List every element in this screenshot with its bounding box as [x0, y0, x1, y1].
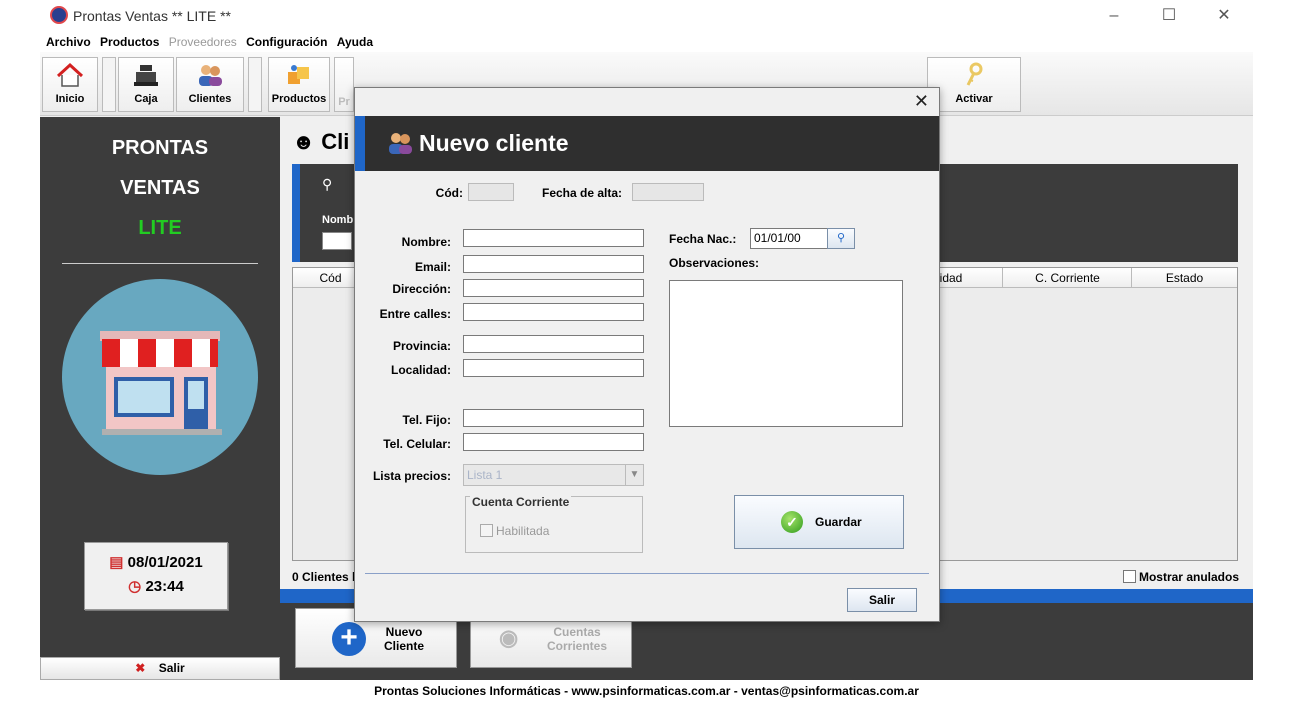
tel-celular-label: Tel. Celular: [383, 437, 451, 451]
checkbox-icon [1122, 570, 1136, 583]
column-header[interactable]: Estado [1132, 268, 1237, 288]
page-title: ☻ Cli [292, 129, 350, 154]
fecha-nac-field[interactable]: 01/01/00 [750, 228, 828, 249]
footer: Prontas Soluciones Informáticas - www.ps… [40, 680, 1253, 702]
plus-icon: + [332, 622, 366, 656]
localidad-field[interactable] [463, 359, 644, 377]
cod-field [468, 183, 514, 201]
habilitada-checkbox: Habilitada [480, 524, 549, 538]
divider [62, 263, 258, 264]
toolbar-inicio-button[interactable]: Inicio [42, 57, 98, 112]
dialog-close-icon[interactable]: ✕ [914, 91, 929, 112]
dialog-header: Nuevo cliente [355, 116, 939, 171]
products-icon [284, 62, 314, 90]
column-header[interactable]: C. Corriente [1004, 268, 1132, 288]
pin-icon: ⚲ [836, 232, 846, 244]
coins-icon: ◉ [499, 625, 519, 650]
salir-button[interactable]: ✖ Salir [40, 657, 280, 680]
brand-line-1: PRONTAS [111, 137, 209, 159]
clients-icon [195, 62, 225, 90]
client-count: 0 Clientes li [292, 570, 359, 584]
dialog-salir-button[interactable]: Salir [847, 588, 917, 612]
direccion-field[interactable] [463, 279, 644, 297]
localidad-label: Localidad: [390, 363, 451, 377]
mostrar-anulados-checkbox[interactable]: Mostrar anulados [1122, 570, 1239, 584]
nombre-filter-label: Nomb [322, 214, 354, 226]
brand-line-2: VENTAS [120, 177, 200, 199]
time-display: ◷ 23:44 [128, 578, 184, 595]
tel-fijo-label: Tel. Fijo: [402, 413, 451, 427]
brand-line-3: LITE [138, 217, 182, 239]
toolbar-separator [248, 57, 262, 112]
date-picker-button[interactable]: ⚲ [827, 228, 855, 249]
lista-precios-select: Lista 1 ▼ [463, 464, 644, 486]
fecha-alta-field [632, 183, 704, 201]
tel-celular-field[interactable] [463, 433, 644, 451]
maximize-icon[interactable]: ☐ [1149, 4, 1189, 28]
nombre-filter-input[interactable] [322, 232, 352, 250]
toolbar-partial-button: Pr [334, 57, 354, 112]
window-title: Prontas Ventas ** LITE ** [73, 8, 231, 24]
exit-icon: ✖ [135, 661, 146, 675]
clients-icon: ☻ [292, 129, 316, 154]
nombre-label: Nombre: [401, 235, 451, 249]
checkbox-icon [480, 524, 493, 537]
menu-productos[interactable]: Productos [100, 32, 159, 49]
search-icon: ⚲ [322, 176, 333, 192]
home-icon [55, 62, 85, 90]
store-logo [62, 279, 258, 475]
chevron-down-icon: ▼ [625, 465, 643, 485]
toolbar-clientes-button[interactable]: Clientes [176, 57, 244, 112]
direccion-label: Dirección: [392, 282, 451, 296]
toolbar-separator [102, 57, 116, 112]
cuenta-corriente-group: Cuenta Corriente Habilitada [465, 495, 643, 553]
observaciones-label: Observaciones: [669, 256, 760, 270]
close-icon[interactable]: ✕ [1204, 4, 1244, 28]
checkmark-icon: ✓ [781, 511, 803, 533]
dialog-title: Nuevo cliente [419, 130, 569, 156]
provincia-label: Provincia: [392, 339, 451, 353]
cod-label: Cód: [435, 186, 463, 200]
minimize-icon[interactable]: – [1094, 4, 1134, 28]
menu-archivo[interactable]: Archivo [46, 32, 91, 49]
provincia-field[interactable] [463, 335, 644, 353]
fecha-alta-label: Fecha de alta: [542, 186, 623, 200]
menu-bar: Archivo Productos Proveedores Configurac… [40, 32, 1253, 52]
divider [365, 573, 929, 574]
toolbar-caja-button[interactable]: Caja [118, 57, 174, 112]
toolbar-productos-button[interactable]: Productos [268, 57, 330, 112]
menu-proveedores: Proveedores [168, 35, 237, 49]
menu-configuracion[interactable]: Configuración [246, 32, 327, 49]
clock-icon: ◷ [128, 578, 142, 595]
datetime-box: ▤ 08/01/2021 ◷ 23:44 [84, 542, 228, 610]
observaciones-textarea[interactable] [669, 280, 903, 427]
guardar-button[interactable]: ✓ Guardar [734, 495, 904, 549]
app-icon [50, 6, 68, 24]
toolbar-activar-button[interactable]: Activar [927, 57, 1021, 112]
clients-icon [385, 128, 415, 161]
nuevo-cliente-dialog: ✕ Nuevo cliente Cód: Fecha de alta: Nomb… [354, 87, 940, 622]
lista-precios-label: Lista precios: [372, 469, 451, 483]
fecha-nac-label: Fecha Nac.: [669, 232, 737, 246]
column-header[interactable]: lidad [933, 268, 1003, 288]
email-field[interactable] [463, 255, 644, 273]
cash-register-icon [131, 62, 161, 90]
menu-ayuda[interactable]: Ayuda [337, 32, 373, 49]
entre-calles-field[interactable] [463, 303, 644, 321]
title-bar: Prontas Ventas ** LITE ** – ☐ ✕ [40, 0, 1253, 32]
nombre-field[interactable] [463, 229, 644, 247]
calendar-icon: ▤ [109, 554, 124, 571]
date-display: ▤ 08/01/2021 [109, 554, 203, 571]
entre-calles-label: Entre calles: [379, 307, 451, 321]
email-label: Email: [414, 260, 451, 274]
tel-fijo-field[interactable] [463, 409, 644, 427]
keys-icon [959, 62, 989, 90]
sidebar: PRONTAS VENTAS LITE ▤ 08/01/2021 ◷ 23:44… [40, 117, 280, 680]
